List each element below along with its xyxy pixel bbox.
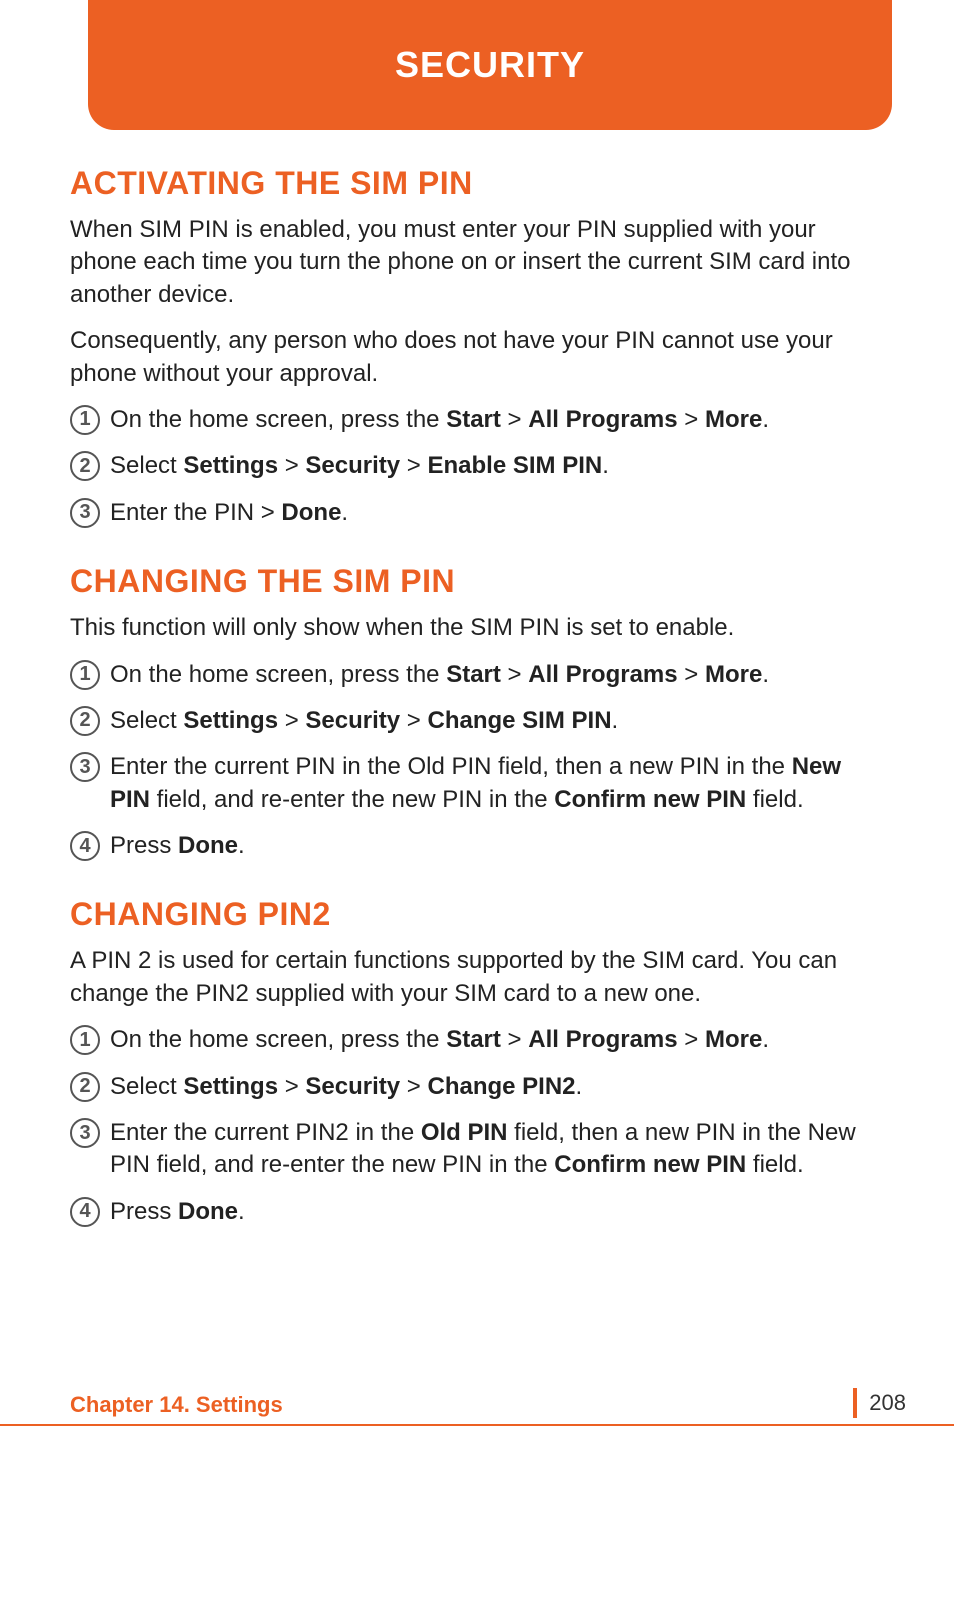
- step-text: On the home screen, press the Start > Al…: [110, 1024, 769, 1056]
- step-text: Enter the current PIN in the Old PIN fie…: [110, 751, 884, 816]
- step-number-icon: 3: [70, 1118, 100, 1148]
- step-number-icon: 4: [70, 1197, 100, 1227]
- step-text: Enter the current PIN2 in the Old PIN fi…: [110, 1117, 884, 1182]
- chapter-label: Chapter 14. Settings: [70, 1392, 283, 1418]
- step-row: 3 Enter the PIN > Done.: [70, 497, 884, 529]
- section-heading: CHANGING PIN2: [70, 896, 884, 933]
- step-row: 1 On the home screen, press the Start > A…: [70, 659, 884, 691]
- step-row: 3 Enter the current PIN in the Old PIN fi…: [70, 751, 884, 816]
- step-text: Press Done.: [110, 1196, 245, 1228]
- step-number-icon: 2: [70, 706, 100, 736]
- intro-paragraph: Consequently, any person who does not ha…: [70, 325, 884, 390]
- step-row: 2 Select Settings > Security > Enable SIM…: [70, 450, 884, 482]
- step-text: On the home screen, press the Start > Al…: [110, 404, 769, 436]
- page-footer: Chapter 14. Settings 208: [0, 1392, 954, 1426]
- section-heading: CHANGING THE SIM PIN: [70, 563, 884, 600]
- page-bar-icon: [853, 1388, 857, 1418]
- step-row: 2 Select Settings > Security > Change SIM…: [70, 705, 884, 737]
- step-row: 2 Select Settings > Security > Change PIN…: [70, 1071, 884, 1103]
- page-content: ACTIVATING THE SIM PIN When SIM PIN is en…: [70, 165, 884, 1242]
- page-number: 208: [869, 1390, 906, 1416]
- step-text: Enter the PIN > Done.: [110, 497, 348, 529]
- step-row: 4 Press Done.: [70, 830, 884, 862]
- step-text: Select Settings > Security > Change SIM …: [110, 705, 618, 737]
- step-number-icon: 2: [70, 451, 100, 481]
- banner-title: SECURITY: [395, 44, 585, 86]
- intro-paragraph: When SIM PIN is enabled, you must enter …: [70, 214, 884, 311]
- page-number-group: 208: [853, 1388, 906, 1418]
- intro-paragraph: A PIN 2 is used for certain functions su…: [70, 945, 884, 1010]
- step-text: Select Settings > Security > Enable SIM …: [110, 450, 609, 482]
- step-number-icon: 2: [70, 1072, 100, 1102]
- step-number-icon: 3: [70, 752, 100, 782]
- step-number-icon: 4: [70, 831, 100, 861]
- step-number-icon: 1: [70, 1025, 100, 1055]
- step-row: 1 On the home screen, press the Start > A…: [70, 404, 884, 436]
- step-row: 3 Enter the current PIN2 in the Old PIN f…: [70, 1117, 884, 1182]
- step-number-icon: 1: [70, 660, 100, 690]
- step-text: Select Settings > Security > Change PIN2…: [110, 1071, 582, 1103]
- step-number-icon: 1: [70, 405, 100, 435]
- section-banner: SECURITY: [88, 0, 892, 130]
- step-row: 1 On the home screen, press the Start > A…: [70, 1024, 884, 1056]
- step-text: On the home screen, press the Start > Al…: [110, 659, 769, 691]
- intro-paragraph: This function will only show when the SI…: [70, 612, 884, 644]
- section-heading: ACTIVATING THE SIM PIN: [70, 165, 884, 202]
- step-text: Press Done.: [110, 830, 245, 862]
- step-number-icon: 3: [70, 498, 100, 528]
- step-row: 4 Press Done.: [70, 1196, 884, 1228]
